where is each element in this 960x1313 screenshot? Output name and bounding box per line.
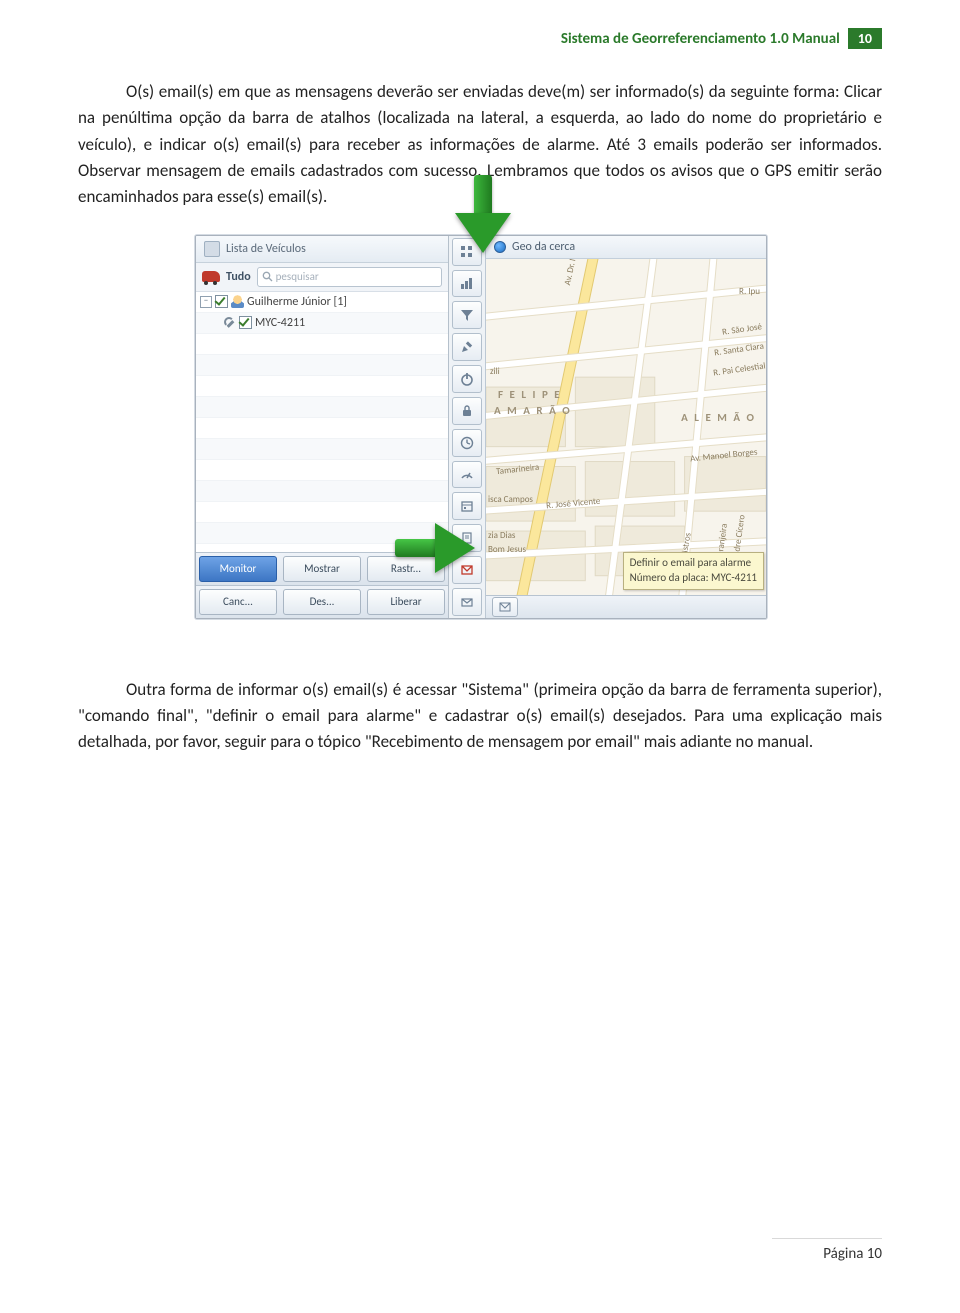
app-window: Lista de Veículos Tudo pesquisar − — [195, 235, 767, 619]
body-paragraph-2: Outra forma de informar o(s) email(s) é … — [78, 677, 882, 756]
screenshot-figure: Lista de Veículos Tudo pesquisar − — [195, 235, 765, 619]
tool-envelope-icon[interactable] — [452, 588, 482, 616]
tree-empty-row — [196, 481, 448, 502]
tree-empty-row — [196, 460, 448, 481]
tool-calendar-icon[interactable] — [452, 492, 482, 520]
map-area[interactable]: Geo da cerca — [486, 236, 766, 618]
map-header-label: Geo da cerca — [512, 240, 575, 254]
page-header: Sistema de Georreferenciamento 1.0 Manua… — [78, 28, 882, 49]
tooltip-line-2: Número da placa: MYC-4211 — [630, 571, 757, 586]
list-icon — [204, 241, 220, 257]
header-title: Sistema de Georreferenciamento 1.0 Manua… — [561, 30, 840, 48]
arrow-right-annotation — [395, 523, 479, 573]
search-placeholder: pesquisar — [276, 270, 319, 283]
tree-empty-row — [196, 418, 448, 439]
checkbox-user[interactable] — [215, 295, 228, 308]
street-zia: zia Dias — [488, 530, 515, 541]
street-isca: isca Campos — [488, 494, 533, 505]
map-header: Geo da cerca — [486, 236, 766, 259]
street-bomjesus: Bom Jesus — [488, 544, 526, 555]
tree-vehicle-row[interactable]: MYC-4211 — [196, 313, 448, 334]
tree-empty-row — [196, 397, 448, 418]
tool-clock-icon[interactable] — [452, 429, 482, 457]
map-footer-button[interactable] — [492, 597, 518, 617]
map-footer — [486, 595, 766, 618]
tool-pen-icon[interactable] — [452, 333, 482, 361]
tree-user-row[interactable]: − Guilherme Júnior [1] — [196, 292, 448, 313]
tooltip-line-1: Definir o email para alarme — [630, 556, 757, 571]
search-icon — [262, 271, 273, 282]
monitor-button[interactable]: Monitor — [199, 556, 277, 582]
tool-filter-icon[interactable] — [452, 301, 482, 329]
arrow-down-annotation — [453, 175, 513, 259]
filter-all-label: Tudo — [226, 270, 251, 284]
panel-title-bar: Lista de Veículos — [196, 236, 448, 263]
tree-empty-row — [196, 355, 448, 376]
vehicle-tree: − Guilherme Júnior [1] MYC-4211 — [196, 292, 448, 552]
page-number-badge: 10 — [848, 28, 882, 49]
search-input[interactable]: pesquisar — [257, 267, 442, 287]
car-icon — [202, 271, 220, 282]
vehicle-plate-label: MYC-4211 — [255, 316, 305, 330]
page-footer: Página 10 — [772, 1238, 882, 1263]
mostrar-button[interactable]: Mostrar — [283, 556, 361, 582]
liberar-button[interactable]: Liberar — [367, 589, 445, 615]
street-zili: zili — [490, 366, 500, 377]
tree-empty-row — [196, 502, 448, 523]
area-alemao: A L E M Ã O — [681, 411, 756, 424]
user-icon — [231, 295, 244, 308]
collapse-icon[interactable]: − — [200, 296, 212, 308]
user-label: Guilherme Júnior [1] — [247, 295, 347, 309]
des-button[interactable]: Des... — [283, 589, 361, 615]
tree-empty-row — [196, 439, 448, 460]
canc-button[interactable]: Canc... — [199, 589, 277, 615]
street-ipu: R. Ipu — [739, 286, 760, 297]
tree-empty-row — [196, 376, 448, 397]
tool-lock-icon[interactable] — [452, 397, 482, 425]
tool-chart-icon[interactable] — [452, 270, 482, 298]
panel-title-text: Lista de Veículos — [226, 242, 306, 256]
email-tooltip: Definir o email para alarme Número da pl… — [623, 552, 764, 590]
tool-speed-icon[interactable] — [452, 461, 482, 489]
wrench-icon — [224, 317, 236, 329]
tool-power-icon[interactable] — [452, 365, 482, 393]
area-amarao: A M A R Ã O — [494, 404, 572, 417]
tree-empty-row — [196, 334, 448, 355]
button-row-2: Canc... Des... Liberar — [196, 585, 448, 618]
filter-row: Tudo pesquisar — [196, 263, 448, 292]
area-felipe: F E L I P E — [498, 388, 562, 401]
checkbox-vehicle[interactable] — [239, 316, 252, 329]
